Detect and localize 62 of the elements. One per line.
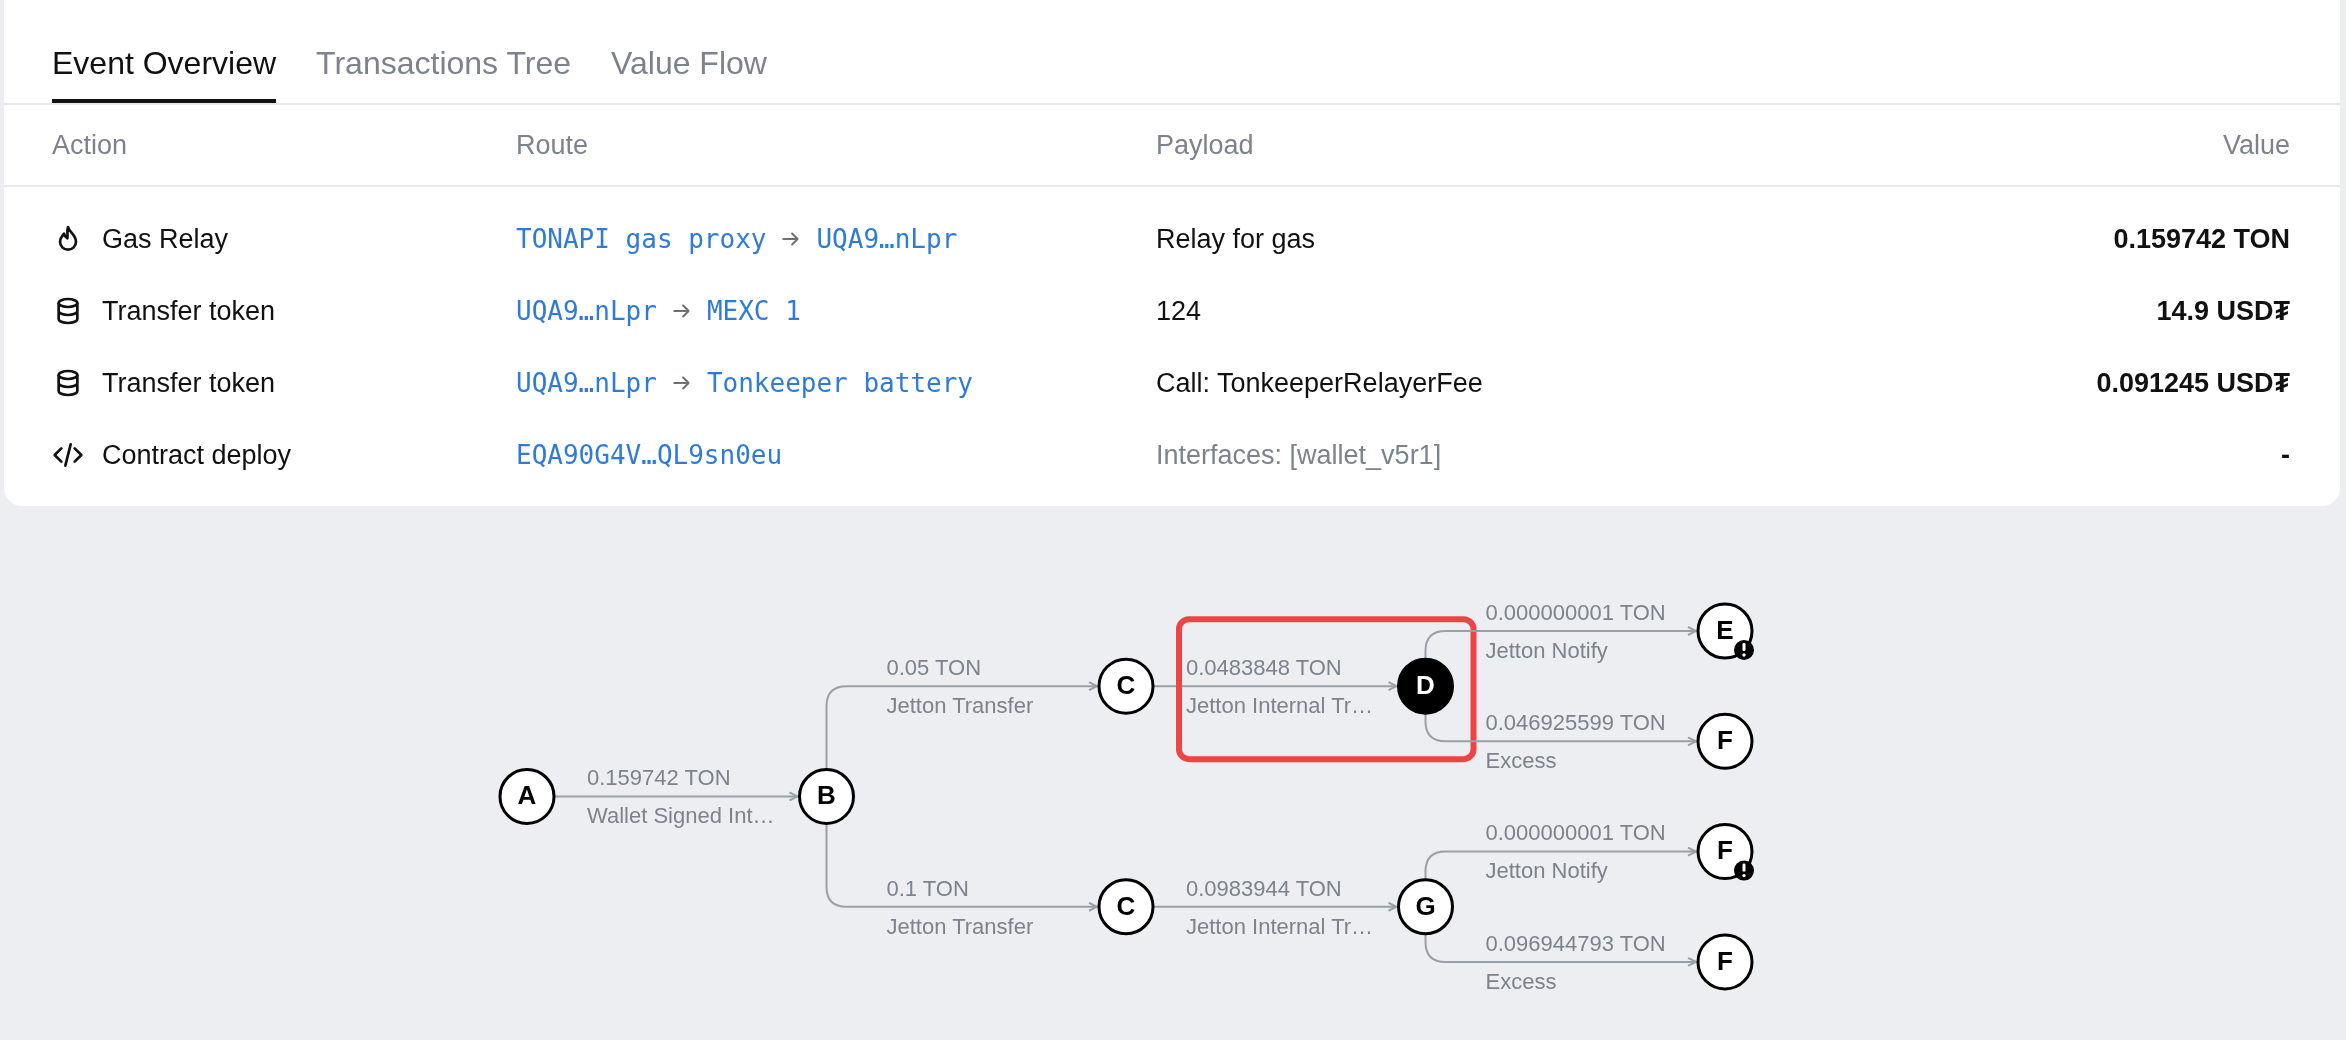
node-label: G bbox=[1415, 890, 1436, 921]
address-link[interactable]: Tonkeeper battery bbox=[706, 368, 973, 398]
payload-text: Relay for gas bbox=[1156, 223, 1317, 255]
transaction-label: Jetton Notify bbox=[1485, 858, 1608, 884]
value-amount: 0.091245 USD₮ bbox=[2096, 367, 2290, 399]
address-link[interactable]: EQA90G4V…QL9sn0eu bbox=[516, 440, 783, 470]
node-circle[interactable] bbox=[1397, 657, 1454, 715]
payload-text: 124 bbox=[1156, 295, 1203, 327]
transaction-label: Jetton Notify bbox=[1485, 637, 1608, 663]
value-amount: 14.9 USD₮ bbox=[2156, 295, 2290, 327]
action-name: Transfer token bbox=[102, 367, 276, 399]
amount-label: 0.000000001 TON bbox=[1485, 599, 1666, 625]
action-name: Contract deploy bbox=[102, 439, 292, 471]
action-name: Transfer token bbox=[102, 295, 276, 327]
tab[interactable]: Transactions Tree bbox=[316, 0, 571, 103]
payload-text: Call: TonkeeperRelayerFee bbox=[1156, 367, 1484, 399]
amount-label: 0.0483848 TON bbox=[1186, 654, 1342, 680]
payload-text: Interfaces: [wallet_v5r1] bbox=[1156, 439, 1443, 471]
column-header: Payload bbox=[1156, 129, 1255, 161]
tab[interactable]: Event Overview bbox=[52, 0, 277, 103]
amount-label: 0.0983944 TON bbox=[1186, 875, 1342, 901]
value-amount: - bbox=[2281, 439, 2290, 471]
amount-label: 0.05 TON bbox=[886, 654, 982, 680]
transaction-label: Excess bbox=[1485, 748, 1557, 774]
amount-label: 0.046925599 TON bbox=[1485, 710, 1666, 736]
address-link[interactable]: UQA9…nLpr bbox=[516, 368, 657, 398]
node-label: E bbox=[1716, 614, 1734, 645]
amount-label: 0.096944793 TON bbox=[1485, 930, 1666, 956]
address-link[interactable]: MEXC 1 bbox=[706, 296, 801, 326]
action-name: Gas Relay bbox=[102, 223, 229, 255]
node-circle[interactable] bbox=[1696, 712, 1754, 770]
column-header: Value bbox=[2222, 129, 2290, 161]
node-label: C bbox=[1116, 670, 1136, 701]
column-header: Route bbox=[516, 129, 590, 161]
node-circle[interactable] bbox=[1397, 878, 1454, 936]
value-amount: 0.159742 TON bbox=[2113, 223, 2290, 255]
transaction-label: Wallet Signed Int… bbox=[587, 803, 775, 829]
node-circle[interactable] bbox=[1097, 878, 1155, 936]
node-circle[interactable] bbox=[798, 767, 855, 825]
transaction-label: Jetton Transfer bbox=[886, 692, 1034, 718]
amount-label: 0.1 TON bbox=[886, 875, 969, 901]
node-label: F bbox=[1717, 835, 1733, 866]
amount-label: 0.159742 TON bbox=[587, 765, 731, 791]
node-label: B bbox=[817, 780, 836, 811]
address-link[interactable]: UQA9…nLpr bbox=[516, 296, 657, 326]
transaction-label: Jetton Internal Tr… bbox=[1186, 692, 1374, 718]
transaction-label: Jetton Internal Tr… bbox=[1186, 913, 1374, 939]
transaction-label: Excess bbox=[1485, 968, 1557, 994]
node-label: F bbox=[1717, 725, 1733, 756]
amount-label: 0.000000001 TON bbox=[1485, 820, 1666, 846]
node-circle[interactable] bbox=[498, 767, 556, 825]
transaction-label: Jetton Transfer bbox=[886, 913, 1034, 939]
tab[interactable]: Value Flow bbox=[611, 0, 767, 103]
node-label: C bbox=[1116, 890, 1136, 921]
column-header: Action bbox=[52, 129, 129, 161]
node-circle[interactable] bbox=[1696, 933, 1754, 991]
node-circle[interactable] bbox=[1097, 657, 1155, 715]
address-link[interactable]: UQA9…nLpr bbox=[816, 224, 958, 254]
node-label: A bbox=[517, 780, 537, 811]
node-label: F bbox=[1717, 945, 1733, 976]
node-label: D bbox=[1416, 670, 1435, 701]
address-link[interactable]: TONAPI gas proxy bbox=[516, 224, 767, 254]
